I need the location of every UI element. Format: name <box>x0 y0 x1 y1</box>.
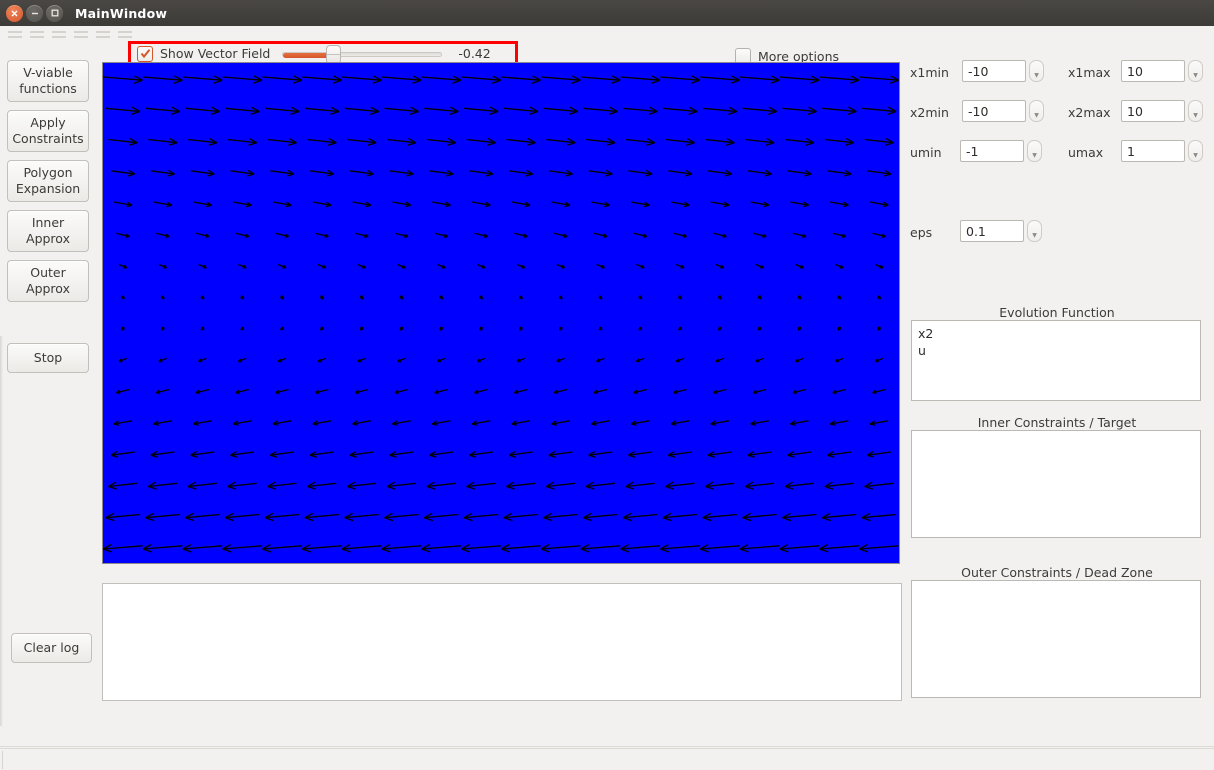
status-bar <box>0 748 1214 770</box>
chevron-down-icon: ▼ <box>1034 72 1039 79</box>
umin-input[interactable] <box>960 140 1024 162</box>
x1min-input[interactable] <box>962 60 1026 82</box>
maximize-icon[interactable] <box>46 4 63 22</box>
vector-field-plot[interactable] <box>102 62 900 564</box>
sidebar-item-label: functions <box>19 81 77 96</box>
sidebar-item-label: Constraints <box>12 131 84 146</box>
sidebar-item-outer-approx[interactable]: Outer Approx <box>7 260 89 302</box>
chevron-down-icon: ▼ <box>1193 112 1198 119</box>
vector-field-slider[interactable] <box>282 44 443 64</box>
sidebar-item-label: Expansion <box>15 181 81 196</box>
x1max-stepper[interactable]: ▼ <box>1188 60 1203 82</box>
inner-constraints-textarea[interactable] <box>911 430 1201 538</box>
x1max-label: x1max <box>1068 65 1111 80</box>
chevron-down-icon: ▼ <box>1032 152 1037 159</box>
x2min-label: x2min <box>910 105 949 120</box>
x1max-input[interactable] <box>1121 60 1185 82</box>
toolbar-grip[interactable] <box>118 31 132 41</box>
sidebar-item-label: Inner <box>31 215 65 230</box>
toolbar-grip[interactable] <box>74 31 88 41</box>
clear-log-button[interactable]: Clear log <box>11 633 92 663</box>
log-output[interactable] <box>102 583 902 701</box>
umax-spinbox[interactable]: ▼ <box>1121 140 1203 162</box>
outer-constraints-title: Outer Constraints / Dead Zone <box>961 565 1153 580</box>
clear-log-button-label: Clear log <box>23 640 80 655</box>
eps-label: eps <box>910 225 933 240</box>
sidebar-item-label: V-viable <box>23 65 73 80</box>
x2min-spinbox[interactable]: ▼ <box>962 100 1044 122</box>
title-bar: MainWindow <box>0 0 1214 26</box>
toolbar-grip[interactable] <box>52 31 66 41</box>
umax-label: umax <box>1068 145 1104 160</box>
inner-constraints-title: Inner Constraints / Target <box>977 415 1137 430</box>
x1max-spinbox[interactable]: ▼ <box>1121 60 1203 82</box>
umin-spinbox[interactable]: ▼ <box>960 140 1042 162</box>
evolution-function-textarea[interactable]: x2 u <box>911 320 1201 401</box>
x2min-stepper[interactable]: ▼ <box>1029 100 1044 122</box>
sidebar-item-inner-approx[interactable]: Inner Approx <box>7 210 89 252</box>
window-title: MainWindow <box>75 5 168 21</box>
chevron-down-icon: ▼ <box>1032 232 1037 239</box>
eps-input[interactable] <box>960 220 1024 242</box>
sidebar-item-label: Apply <box>30 115 66 130</box>
outer-constraints-textarea[interactable] <box>911 580 1201 698</box>
eps-stepper[interactable]: ▼ <box>1027 220 1042 242</box>
x2max-spinbox[interactable]: ▼ <box>1121 100 1203 122</box>
window-controls <box>6 4 63 22</box>
x2min-input[interactable] <box>962 100 1026 122</box>
umax-input[interactable] <box>1121 140 1185 162</box>
show-vector-field-label: Show Vector Field <box>160 46 271 61</box>
parameters-panel: x1min ▼ x1max ▼ x2min ▼ x2max ▼ umin ▼ u… <box>900 46 1214 746</box>
sidebar-splitter[interactable] <box>0 336 3 726</box>
x1min-spinbox[interactable]: ▼ <box>962 60 1044 82</box>
vector-field-canvas <box>103 75 899 553</box>
sidebar-item-v-viable-functions[interactable]: V-viable functions <box>7 60 89 102</box>
stop-button-label: Stop <box>33 350 63 365</box>
x1min-label: x1min <box>910 65 949 80</box>
main-window: MainWindow V-viable functions Apply Cons… <box>0 0 1214 770</box>
slider-value-label: -0.42 <box>458 46 491 61</box>
sidebar-item-label: Polygon <box>23 165 73 180</box>
sidebar-item-label: Outer <box>30 265 66 280</box>
slider-fill <box>283 52 330 58</box>
x2max-stepper[interactable]: ▼ <box>1188 100 1203 122</box>
sidebar-item-label: Approx <box>26 231 70 246</box>
x1min-stepper[interactable]: ▼ <box>1029 60 1044 82</box>
sidebar-item-label: Approx <box>26 281 70 296</box>
sidebar-item-apply-constraints[interactable]: Apply Constraints <box>7 110 89 152</box>
close-icon[interactable] <box>6 4 23 22</box>
minimize-icon[interactable] <box>26 4 43 22</box>
status-separator <box>0 746 1214 747</box>
chevron-down-icon: ▼ <box>1034 112 1039 119</box>
sidebar: V-viable functions Apply Constraints Pol… <box>0 46 95 746</box>
eps-spinbox[interactable]: ▼ <box>960 220 1042 242</box>
toolbar-grip[interactable] <box>30 31 44 41</box>
umin-stepper[interactable]: ▼ <box>1027 140 1042 162</box>
x2max-input[interactable] <box>1121 100 1185 122</box>
sidebar-item-polygon-expansion[interactable]: Polygon Expansion <box>7 160 89 202</box>
evolution-function-title: Evolution Function <box>999 305 1115 320</box>
x2max-label: x2max <box>1068 105 1111 120</box>
status-grip <box>2 751 3 769</box>
toolbar-grip[interactable] <box>96 31 110 41</box>
chevron-down-icon: ▼ <box>1193 72 1198 79</box>
chevron-down-icon: ▼ <box>1193 152 1198 159</box>
show-vector-field-checkbox[interactable] <box>137 45 153 62</box>
stop-button[interactable]: Stop <box>7 343 89 373</box>
umax-stepper[interactable]: ▼ <box>1188 140 1203 162</box>
umin-label: umin <box>910 145 942 160</box>
toolbar-grip[interactable] <box>8 31 22 41</box>
slider-handle[interactable] <box>326 44 342 64</box>
